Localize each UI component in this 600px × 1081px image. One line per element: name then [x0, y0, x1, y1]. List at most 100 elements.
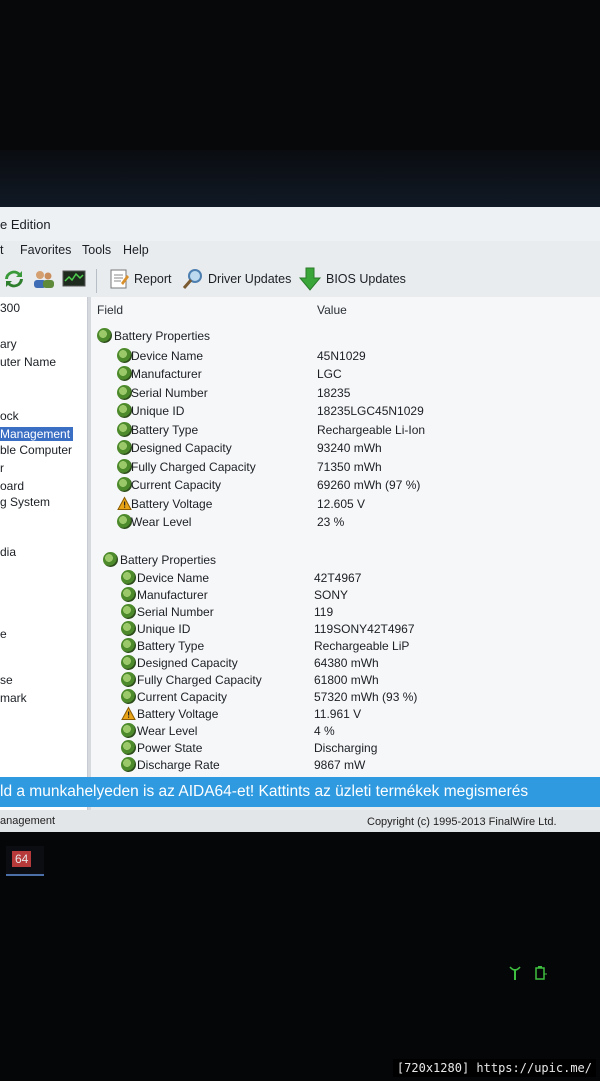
battery-properties-group[interactable]: Battery Properties: [91, 551, 600, 569]
battery-icon: [121, 689, 136, 704]
property-value: 45N1029: [317, 348, 366, 363]
property-value: 4 %: [314, 724, 335, 738]
property-row[interactable]: Discharge Rate 9867 mW: [91, 756, 600, 774]
refresh-icon: [5, 270, 23, 288]
property-field: Designed Capacity: [137, 656, 238, 670]
taskbar-item-aida64[interactable]: 64: [6, 846, 44, 876]
property-field: Device Name: [137, 571, 210, 585]
property-field: Battery Type: [131, 422, 199, 437]
menu-item-file[interactable]: t: [0, 243, 3, 257]
property-value: 71350 mWh: [317, 459, 382, 474]
menu-item-tools[interactable]: Tools: [82, 243, 111, 257]
menu-item-help[interactable]: Help: [123, 243, 149, 257]
property-field: Current Capacity: [131, 478, 222, 492]
battery-icon: [117, 421, 132, 437]
users-button[interactable]: [32, 267, 56, 291]
property-value: Rechargeable LiP: [314, 639, 410, 653]
toolbar-separator: [96, 269, 97, 293]
promo-banner-text: ld a munkahelyeden is az AIDA64-et! Katt…: [0, 783, 529, 800]
refresh-button[interactable]: [4, 267, 24, 291]
title-bar: e Edition: [0, 207, 600, 241]
details-panel: Field Value Battery Properties Device Nam…: [91, 297, 600, 777]
battery-icon: [121, 621, 136, 636]
property-row[interactable]: Fully Charged Capacity 71350 mWh: [91, 458, 600, 476]
nav-tree-item[interactable]: se: [0, 673, 13, 687]
users-icon: [34, 271, 54, 288]
property-value: Discharging: [314, 741, 378, 755]
battery-icon: [117, 514, 132, 529]
property-value: 18235LGC45N1029: [317, 404, 424, 418]
battery-icon: [121, 655, 136, 670]
property-row[interactable]: Current Capacity 69260 mWh (97 %): [91, 476, 600, 494]
group-title: Battery Properties: [114, 329, 211, 343]
property-field: Manufacturer: [131, 367, 202, 381]
nav-tree-item[interactable]: Management: [0, 427, 74, 441]
battery-icon: [117, 403, 132, 418]
property-value: 23 %: [317, 515, 345, 529]
property-row[interactable]: Fully Charged Capacity 61800 mWh: [91, 671, 600, 689]
property-field: Discharge Rate: [137, 758, 220, 772]
property-row[interactable]: Serial Number 18235: [91, 384, 600, 402]
status-copyright: Copyright (c) 1995-2013 FinalWire Ltd.: [367, 816, 557, 828]
promo-banner[interactable]: ld a munkahelyeden is az AIDA64-et! Katt…: [0, 777, 600, 807]
battery-tray-icon[interactable]: [534, 965, 548, 981]
property-row[interactable]: Unique ID 18235LGC45N1029: [91, 402, 600, 420]
property-row[interactable]: Power State Discharging: [91, 739, 600, 757]
property-row[interactable]: Designed Capacity 93240 mWh: [91, 439, 600, 457]
property-row[interactable]: Battery Type Rechargeable LiP: [91, 637, 600, 655]
battery-icon: [121, 587, 136, 602]
property-value: 93240 mWh: [317, 441, 382, 455]
property-value: 69260 mWh (97 %): [317, 478, 421, 492]
property-row[interactable]: Device Name 42T4967: [91, 569, 600, 587]
property-value: 11.961 V: [314, 707, 362, 721]
bios-updates-button[interactable]: BIOS Updates: [298, 267, 406, 291]
nav-tree-item[interactable]: ble Computer: [0, 443, 72, 457]
bios-updates-label: BIOS Updates: [326, 272, 406, 286]
network-icon[interactable]: [508, 965, 522, 981]
nav-tree-item[interactable]: ock: [0, 409, 19, 423]
nav-tree-item[interactable]: g System: [0, 495, 50, 509]
property-row[interactable]: Manufacturer LGC: [91, 365, 600, 383]
group-title: Battery Properties: [120, 553, 217, 567]
property-row[interactable]: Designed Capacity 64380 mWh: [91, 654, 600, 672]
report-button[interactable]: Report: [108, 267, 172, 291]
field-column-header[interactable]: Field: [97, 303, 123, 317]
battery-properties-group[interactable]: Battery Properties: [91, 327, 600, 345]
report-icon: [110, 269, 129, 289]
driver-updates-button[interactable]: Driver Updates: [182, 267, 291, 291]
property-row[interactable]: Serial Number 119: [91, 603, 600, 621]
property-row[interactable]: Wear Level 23 %: [91, 513, 600, 531]
property-row[interactable]: Wear Level 4 %: [91, 722, 600, 740]
property-field: Battery Voltage: [137, 707, 219, 721]
property-field: Unique ID: [131, 404, 185, 418]
property-field: Battery Voltage: [131, 496, 213, 511]
monitor-button[interactable]: [62, 267, 86, 291]
property-row[interactable]: Battery Voltage 11.961 V: [91, 705, 600, 723]
nav-tree-item[interactable]: r: [0, 461, 4, 475]
property-row[interactable]: Unique ID 119SONY42T4967: [91, 620, 600, 638]
menu-item-favorites[interactable]: Favorites: [20, 243, 71, 257]
value-column-header[interactable]: Value: [317, 303, 347, 317]
nav-tree-item[interactable]: 300: [0, 301, 20, 315]
property-row[interactable]: Current Capacity 57320 mWh (93 %): [91, 688, 600, 706]
nav-tree-item[interactable]: mark: [0, 691, 27, 705]
property-value: LGC: [317, 367, 342, 381]
battery-icon: [103, 552, 118, 567]
nav-tree-item[interactable]: oard: [0, 479, 24, 493]
nav-tree-item[interactable]: e: [0, 627, 7, 641]
property-field: Manufacturer: [137, 588, 208, 602]
battery-icon: [117, 347, 132, 363]
nav-tree-item[interactable]: dia: [0, 545, 16, 559]
property-field: Current Capacity: [137, 690, 228, 704]
nav-tree-item[interactable]: ary: [0, 337, 17, 351]
battery-icon: [121, 604, 136, 619]
property-row[interactable]: Battery Type Rechargeable Li-Ion: [91, 421, 600, 439]
property-row[interactable]: Battery Voltage 12.605 V: [91, 495, 600, 513]
property-row[interactable]: Manufacturer SONY: [91, 586, 600, 604]
download-arrow-icon: [298, 267, 322, 291]
report-label: Report: [134, 272, 172, 286]
nav-tree-item[interactable]: uter Name: [0, 355, 56, 369]
property-row[interactable]: Device Name 45N1029: [91, 347, 600, 365]
property-value: 119: [314, 605, 334, 619]
warning-icon: [121, 706, 136, 720]
